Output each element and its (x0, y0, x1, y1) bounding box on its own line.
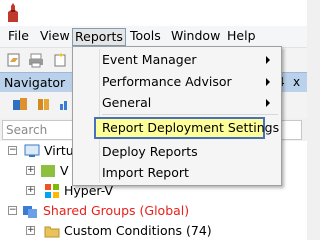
title-bar (0, 0, 307, 26)
menu-item-event-manager[interactable]: Event Manager (102, 50, 278, 70)
expand-toggle[interactable]: + (26, 226, 35, 235)
menu-file[interactable]: File (6, 28, 31, 46)
close-button[interactable]: x (293, 75, 300, 89)
navigator-title: Navigator (4, 75, 66, 90)
expand-toggle[interactable]: + (26, 166, 35, 175)
menu-bar: File View Reports Tools Window Help (0, 26, 307, 48)
menu-item-performance-advisor[interactable]: Performance Advisor (102, 72, 278, 92)
menu-reports[interactable]: Reports (72, 28, 126, 46)
submenu-arrow-icon (266, 99, 270, 107)
menu-item-deploy-reports[interactable]: Deploy Reports (102, 142, 198, 162)
hyper-v-icon (45, 184, 59, 198)
vmware-icon (41, 165, 55, 177)
app-logo-icon (8, 3, 18, 22)
open-document-icon[interactable] (6, 52, 22, 68)
print-icon[interactable] (28, 52, 44, 68)
menu-item-import-report[interactable]: Import Report (102, 163, 189, 183)
expand-toggle[interactable]: − (8, 206, 17, 215)
server-group-icon[interactable] (12, 96, 28, 112)
menu-icon-gutter (99, 49, 100, 183)
menu-tools[interactable]: Tools (128, 28, 163, 46)
menu-item-label: Event Manager (102, 52, 197, 67)
expand-toggle[interactable]: + (26, 186, 35, 195)
tree-item-virtualization[interactable]: Virtu (44, 141, 74, 161)
reports-dropdown-menu: Event Manager Performance Advisor Genera… (72, 46, 282, 186)
menu-help[interactable]: Help (225, 28, 258, 46)
menu-separator (102, 114, 278, 115)
folder-icon (44, 226, 60, 238)
tree-item-custom-conditions[interactable]: Custom Conditions (74) (64, 221, 212, 240)
shared-groups-icon (23, 206, 37, 218)
submenu-arrow-icon (266, 78, 270, 86)
tree-item-shared-groups[interactable]: Shared Groups (Global) (43, 201, 189, 221)
menu-item-label: General (102, 95, 152, 110)
menu-view[interactable]: View (38, 28, 72, 46)
menu-item-label: Performance Advisor (102, 74, 232, 89)
new-item-icon[interactable] (52, 52, 68, 68)
tree-item-vmware[interactable]: V (60, 161, 69, 181)
expand-toggle[interactable]: − (8, 146, 17, 155)
menu-window[interactable]: Window (169, 28, 222, 46)
search-placeholder: Search (6, 123, 48, 137)
virtualization-icon (24, 144, 40, 157)
submenu-arrow-icon (266, 56, 270, 64)
database-icon[interactable] (36, 96, 52, 112)
menu-item-report-deployment-settings[interactable]: Report Deployment Settings (102, 118, 279, 138)
menu-item-general[interactable]: General (102, 93, 278, 113)
